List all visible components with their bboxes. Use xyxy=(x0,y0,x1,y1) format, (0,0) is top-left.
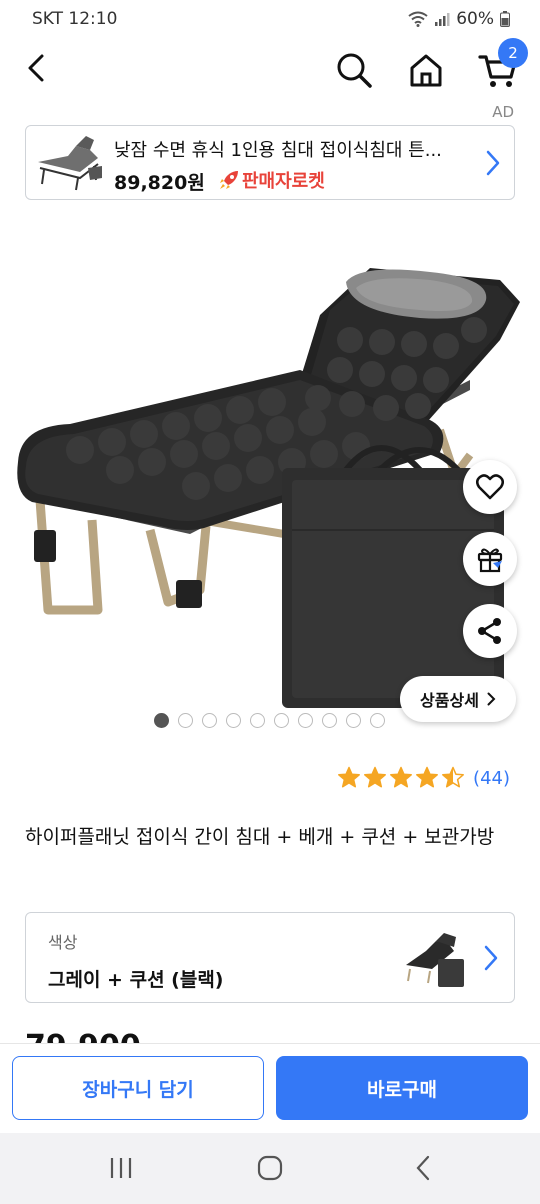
pagination-dot[interactable] xyxy=(154,713,169,728)
wifi-icon xyxy=(408,11,428,27)
battery-icon xyxy=(500,11,510,27)
top-nav xyxy=(0,38,540,100)
pagination-dot[interactable] xyxy=(178,713,193,728)
chevron-right-icon xyxy=(484,945,498,971)
option-selector[interactable]: 색상 그레이 + 쿠션 (블랙) xyxy=(25,912,515,1003)
ad-label: AD xyxy=(492,103,514,121)
share-icon xyxy=(478,618,501,644)
product-main-image[interactable] xyxy=(0,230,540,710)
review-count[interactable]: (44) xyxy=(473,768,510,789)
star-icon xyxy=(416,766,438,788)
recent-apps-icon xyxy=(110,1158,132,1178)
chevron-right-icon xyxy=(487,692,496,706)
ad-title: 낮잠 수면 휴식 1인용 침대 접이식침대 튼... xyxy=(114,140,442,161)
ad-banner[interactable]: 낮잠 수면 휴식 1인용 침대 접이식침대 튼... 89,820원 판매자로켓 xyxy=(25,125,515,200)
pagination-dot[interactable] xyxy=(298,713,313,728)
signal-icon xyxy=(435,13,450,26)
gift-button[interactable] xyxy=(463,532,517,586)
option-label: 색상 xyxy=(48,933,78,952)
status-bar: SKT 12:10 60% xyxy=(0,0,540,38)
heart-icon xyxy=(476,474,504,500)
ad-price: 89,820원 xyxy=(114,172,205,194)
seller-rocket-badge: 판매자로켓 xyxy=(218,167,325,193)
star-icon xyxy=(364,766,386,788)
rocket-icon xyxy=(220,171,238,189)
bottom-action-bar: 장바구니 담기 바로구매 xyxy=(0,1043,540,1133)
cart-count-badge: 2 xyxy=(498,38,528,68)
home-icon xyxy=(410,54,442,87)
search-icon xyxy=(337,53,372,88)
buy-now-button[interactable]: 바로구매 xyxy=(276,1056,528,1120)
share-button[interactable] xyxy=(463,604,517,658)
seller-rocket-label: 판매자로켓 xyxy=(242,171,325,192)
add-to-cart-button[interactable]: 장바구니 담기 xyxy=(12,1056,264,1120)
pagination-dot[interactable] xyxy=(226,713,241,728)
system-navigation-bar xyxy=(0,1133,540,1204)
search-button[interactable] xyxy=(334,50,374,90)
pagination-dot[interactable] xyxy=(370,713,385,728)
option-value: 그레이 + 쿠션 (블랙) xyxy=(48,969,224,991)
wishlist-button[interactable] xyxy=(463,460,517,514)
ad-product-thumbnail xyxy=(38,136,102,191)
rating-stars xyxy=(337,766,465,790)
pagination-dot[interactable] xyxy=(346,713,361,728)
image-pagination xyxy=(154,713,385,728)
carrier-time: SKT 12:10 xyxy=(32,9,118,29)
back-button[interactable] xyxy=(18,50,54,86)
rating[interactable]: (44) xyxy=(337,766,510,790)
pagination-dot[interactable] xyxy=(274,713,289,728)
option-thumbnail xyxy=(406,933,464,987)
star-icon xyxy=(442,766,464,788)
recent-apps-button[interactable] xyxy=(104,1153,138,1183)
product-title: 하이퍼플래닛 접이식 간이 침대 + 베개 + 쿠션 + 보관가방 xyxy=(25,826,495,848)
battery-text: 60% xyxy=(456,9,494,29)
system-back-button[interactable] xyxy=(406,1151,440,1185)
pagination-dot[interactable] xyxy=(250,713,265,728)
product-detail-label: 상품상세 xyxy=(420,691,479,710)
home-circle-icon xyxy=(257,1155,283,1181)
status-icons: 60% xyxy=(408,9,510,29)
star-icon xyxy=(338,766,360,788)
star-icon xyxy=(390,766,412,788)
pagination-dot[interactable] xyxy=(202,713,217,728)
home-button[interactable] xyxy=(406,50,446,90)
gift-icon xyxy=(477,548,503,573)
back-arrow-icon xyxy=(28,54,44,82)
chevron-right-icon xyxy=(486,150,500,176)
system-home-button[interactable] xyxy=(253,1151,287,1185)
product-detail-button[interactable]: 상품상세 xyxy=(400,676,516,722)
pagination-dot[interactable] xyxy=(322,713,337,728)
back-icon xyxy=(416,1155,430,1181)
